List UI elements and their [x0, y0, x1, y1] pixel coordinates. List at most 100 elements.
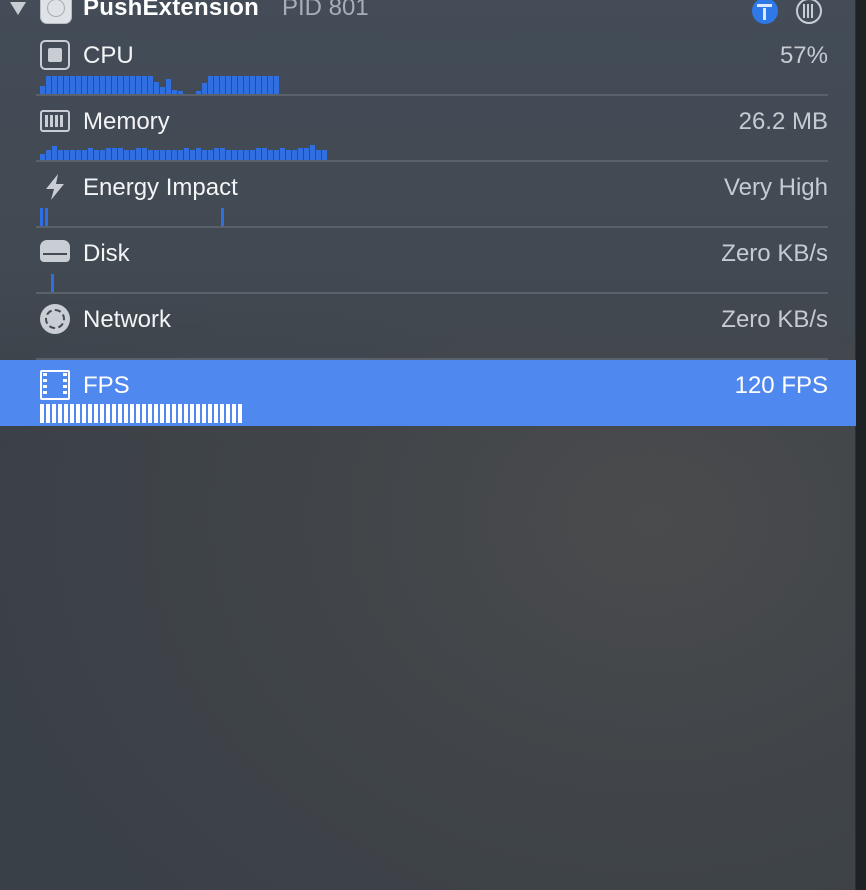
process-header[interactable]: PushExtension PID 801 — [0, 0, 856, 28]
graph-bar — [172, 404, 176, 423]
disk-activity-graph — [40, 270, 54, 292]
gauge-value: 26.2 MB — [738, 108, 828, 135]
graph-bar — [196, 404, 200, 423]
graph-bar — [166, 79, 171, 94]
disk-drive-icon — [40, 240, 70, 262]
graph-bar — [298, 148, 303, 160]
graph-bar — [238, 150, 243, 160]
graph-bar — [118, 76, 123, 94]
graph-bar — [40, 208, 43, 226]
graph-bar — [214, 148, 219, 160]
gauge-row-cpu[interactable]: CPU 57% — [0, 30, 856, 96]
graph-bar — [70, 150, 75, 160]
graph-bar — [268, 76, 273, 94]
graph-bar — [88, 76, 93, 94]
process-pid: PID 801 — [282, 0, 369, 21]
graph-bar — [124, 150, 129, 160]
graph-bar — [208, 404, 212, 423]
graph-bar — [106, 148, 111, 160]
graph-bar — [148, 404, 152, 423]
graph-bar — [244, 76, 249, 94]
graph-bar — [130, 76, 135, 94]
graph-bar — [136, 404, 140, 423]
graph-bar — [190, 150, 195, 160]
graph-bar — [166, 404, 170, 423]
graph-bar — [52, 76, 57, 94]
graph-bar — [148, 76, 153, 94]
pause-icon[interactable] — [796, 0, 822, 24]
graph-bar — [178, 404, 182, 423]
graph-bar — [82, 150, 87, 160]
graph-bar — [232, 404, 236, 423]
gauge-label: FPS — [83, 372, 130, 399]
graph-bar — [58, 76, 63, 94]
graph-bar — [130, 150, 135, 160]
energy-impact-graph — [40, 204, 224, 226]
graph-bar — [172, 150, 177, 160]
graph-bar — [64, 150, 69, 160]
graph-bar — [256, 148, 261, 160]
graph-bar — [214, 76, 219, 94]
graph-bar — [51, 274, 54, 292]
graph-bar — [154, 404, 158, 423]
graph-bar — [226, 76, 231, 94]
graph-bar — [292, 150, 297, 160]
cpu-usage-graph — [40, 72, 279, 94]
graph-bar — [160, 150, 165, 160]
gauge-row-fps[interactable]: FPS 120 FPS — [0, 360, 856, 426]
graph-bar — [184, 148, 189, 160]
graph-bar — [100, 404, 104, 423]
process-name: PushExtension — [83, 0, 259, 21]
graph-bar — [118, 404, 122, 423]
graph-bar — [142, 404, 146, 423]
graph-bar — [76, 404, 80, 423]
gauge-row-disk[interactable]: Disk Zero KB/s — [0, 228, 856, 294]
fps-graph — [40, 401, 242, 423]
graph-bar — [64, 76, 69, 94]
graph-bar — [45, 208, 48, 226]
disclosure-triangle-icon[interactable] — [10, 2, 26, 15]
graph-bar — [112, 404, 116, 423]
graph-bar — [208, 76, 213, 94]
gauge-row-network[interactable]: Network Zero KB/s — [0, 294, 856, 360]
network-globe-icon — [40, 304, 70, 334]
graph-bar — [250, 76, 255, 94]
graph-bar — [46, 404, 50, 423]
graph-bar — [304, 148, 309, 160]
graph-bar — [40, 404, 44, 423]
graph-bar — [70, 76, 75, 94]
graph-bar — [196, 148, 201, 160]
graph-bar — [286, 150, 291, 160]
graph-bar — [262, 148, 267, 160]
debug-navigator-icon[interactable] — [752, 0, 778, 24]
graph-bar — [238, 76, 243, 94]
graph-bar — [118, 148, 123, 160]
graph-bar — [100, 150, 105, 160]
graph-bar — [136, 76, 141, 94]
graph-bar — [124, 76, 129, 94]
cpu-icon — [40, 40, 70, 70]
memory-chip-icon — [40, 110, 70, 132]
graph-bar — [58, 404, 62, 423]
graph-bar — [190, 404, 194, 423]
graph-bar — [256, 76, 261, 94]
gauge-value: 120 FPS — [734, 372, 828, 399]
scrollbar-track[interactable] — [855, 0, 866, 890]
graph-bar — [208, 150, 213, 160]
graph-bar — [262, 76, 267, 94]
graph-bar — [100, 76, 105, 94]
graph-bar — [106, 76, 111, 94]
graph-bar — [82, 76, 87, 94]
graph-bar — [250, 150, 255, 160]
graph-bar — [136, 148, 141, 160]
gauge-label: Memory — [83, 108, 170, 135]
graph-bar — [142, 148, 147, 160]
graph-bar — [202, 150, 207, 160]
gauge-row-energy[interactable]: Energy Impact Very High — [0, 162, 856, 228]
graph-bar — [202, 404, 206, 423]
graph-bar — [178, 150, 183, 160]
gauge-value: Zero KB/s — [721, 306, 828, 333]
gauge-row-memory[interactable]: Memory 26.2 MB — [0, 96, 856, 162]
graph-bar — [64, 404, 68, 423]
graph-bar — [166, 150, 171, 160]
